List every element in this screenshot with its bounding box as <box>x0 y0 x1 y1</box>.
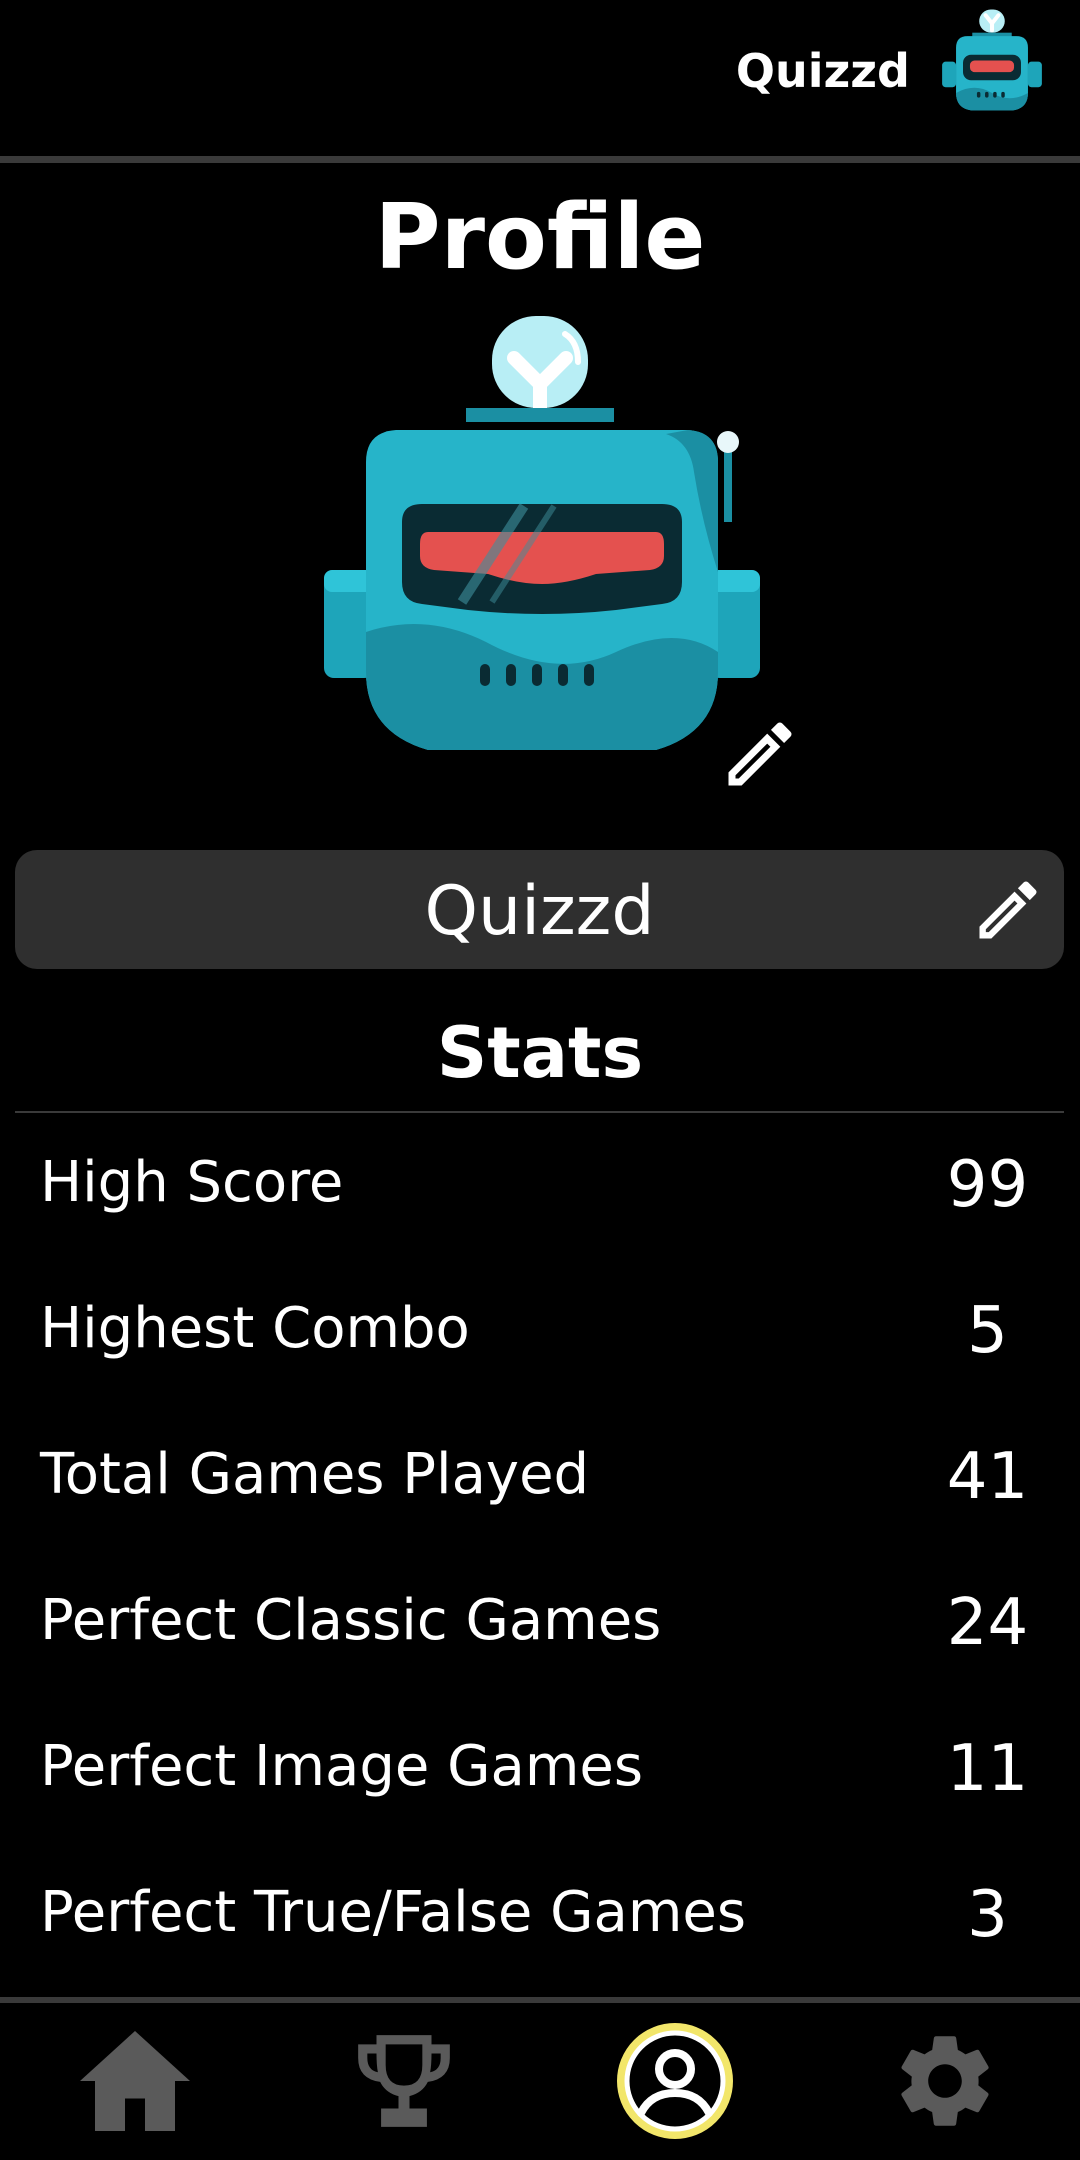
nav-profile-button[interactable] <box>610 2021 740 2146</box>
bottom-nav <box>0 2003 1080 2160</box>
stat-row-perfect-image-games: Perfect Image Games 11 <box>0 1714 1080 1860</box>
stat-row-perfect-true-false-games: Perfect True/False Games 3 <box>0 1860 1080 2006</box>
stat-row-perfect-classic-games: Perfect Classic Games 24 <box>0 1568 1080 1714</box>
stat-row-high-score: High Score 99 <box>0 1130 1080 1276</box>
stats-heading: Stats <box>436 1012 644 1094</box>
stat-value: 99 <box>946 1148 1029 1222</box>
edit-name-button[interactable] <box>970 872 1046 948</box>
trophy-icon <box>349 2026 459 2141</box>
stat-value: 24 <box>946 1586 1029 1660</box>
stat-label: Highest Combo <box>40 1296 470 1361</box>
stats-divider <box>15 1111 1064 1113</box>
nav-home-button[interactable] <box>70 2023 200 2143</box>
stat-value: 41 <box>946 1440 1029 1514</box>
nav-leaderboard-button[interactable] <box>339 2023 469 2143</box>
stat-row-total-games-played: Total Games Played 41 <box>0 1422 1080 1568</box>
nav-settings-button[interactable] <box>880 2023 1010 2143</box>
page-title: Profile <box>374 185 706 290</box>
stats-list: High Score 99 Highest Combo 5 Total Game… <box>0 1130 1080 2006</box>
edit-avatar-button[interactable] <box>718 712 802 796</box>
profile-icon <box>615 2021 735 2146</box>
header-divider <box>0 156 1080 163</box>
header-username: Quizzd <box>735 44 910 98</box>
stat-row-highest-combo: Highest Combo 5 <box>0 1276 1080 1422</box>
username-panel: Quizzd <box>15 850 1064 969</box>
robot-avatar-icon[interactable] <box>316 312 768 764</box>
stat-label: Perfect Classic Games <box>40 1588 662 1653</box>
stat-value: 3 <box>967 1878 1008 1952</box>
stat-label: Perfect Image Games <box>40 1734 644 1799</box>
robot-avatar-icon[interactable] <box>934 6 1050 122</box>
stat-label: High Score <box>40 1150 344 1215</box>
pencil-icon <box>970 881 1046 952</box>
home-icon <box>75 2026 195 2141</box>
stat-value: 5 <box>967 1294 1008 1368</box>
pencil-icon <box>718 722 802 800</box>
stat-value: 11 <box>946 1732 1029 1806</box>
profile-screen: Quizzd Profile Quizzd Stats High Score 9… <box>0 0 1080 2160</box>
stat-label: Total Games Played <box>40 1442 590 1507</box>
top-bar: Quizzd <box>0 0 1080 163</box>
gear-icon <box>889 2025 1001 2142</box>
username-text: Quizzd <box>424 872 655 951</box>
stat-label: Perfect True/False Games <box>40 1880 747 1945</box>
